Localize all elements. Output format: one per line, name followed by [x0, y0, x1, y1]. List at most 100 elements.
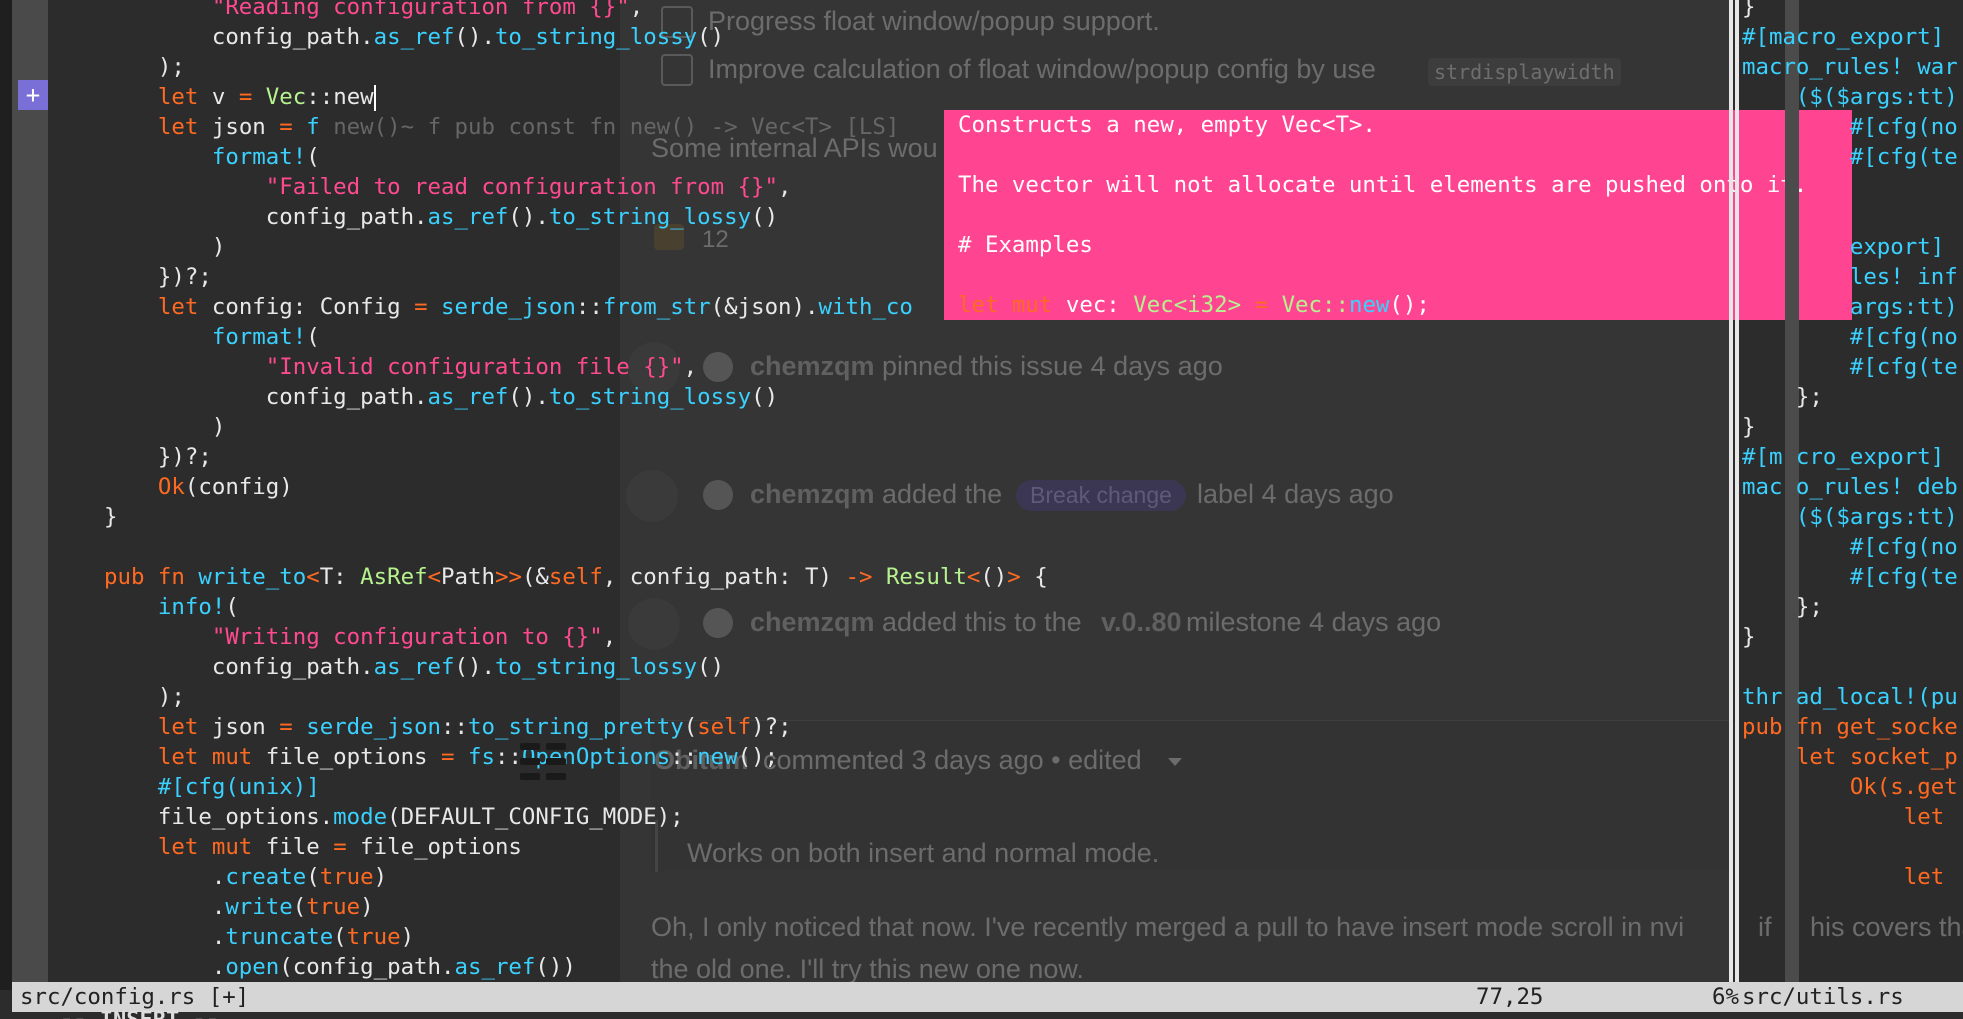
window-separator[interactable] [1729, 0, 1733, 990]
milestone-icon [628, 598, 680, 650]
code-line: .open(config_path.as_ref()) [104, 954, 576, 980]
task-item-2: Improve calculation of float window/popu… [708, 54, 1376, 84]
code-line: "Invalid configuration file {}", [265, 354, 698, 380]
right-code-line: mac o_rules! deb [1742, 474, 1958, 500]
right-code-line: #[m cro_export] [1742, 444, 1945, 470]
code-line: let json = f new()~ f pub const fn new()… [157, 114, 900, 140]
inline-code: strdisplaywidth [1428, 58, 1621, 86]
code-line: config_path.as_ref().to_string_lossy() [104, 204, 779, 230]
tag-icon [626, 470, 678, 522]
mode-indicator: -- INSERT -- [60, 1008, 219, 1019]
right-pane-filename: src/utils.rs [1742, 984, 1904, 1010]
reply-line-1b: if [1758, 912, 1772, 942]
right-code-line: let socket_p [1742, 744, 1958, 770]
right-code-line: let [1742, 804, 1945, 830]
chevron-down-icon[interactable] [1168, 758, 1182, 766]
documentation-popup: Constructs a new, empty Vec<T>. The vect… [944, 110, 1852, 320]
text-cursor [373, 84, 376, 111]
task-item-1: Progress float window/popup support. [708, 6, 1160, 36]
code-line: format!( [211, 324, 320, 350]
pin-user[interactable]: chemzqm [750, 351, 875, 382]
right-code-line: thr ad_local!(pu [1742, 684, 1958, 710]
code-line: ) [104, 414, 226, 440]
right-code-line: #[macro_export] [1742, 24, 1945, 50]
reply-line-1: Oh, I only noticed that now. I've recent… [651, 912, 1685, 942]
right-code-line: #[cfg(te [1742, 564, 1958, 590]
code-line: ); [104, 54, 185, 80]
reply-line-1c: his covers tha [1810, 912, 1963, 942]
right-code-line: let [1742, 864, 1945, 890]
code-line: config_path.as_ref().to_string_lossy() [104, 384, 779, 410]
right-code-line: #[cfg(no [1742, 324, 1958, 350]
code-line: let json = serde_json::to_string_pretty(… [157, 714, 792, 740]
code-line: "Writing configuration to {}", [211, 624, 617, 650]
code-line: file_options.mode(DEFAULT_CONFIG_MODE); [104, 804, 684, 830]
break-change-label[interactable]: Break change [1016, 480, 1186, 511]
label-post: label 4 days ago [1197, 479, 1394, 509]
quote-text: Works on both insert and normal mode. [687, 838, 1160, 868]
code-line: pub fn write_to<T: AsRef<Path>>(&self, c… [104, 564, 1048, 590]
window-edge [0, 0, 12, 990]
right-code-line: #[cfg(te [1742, 354, 1958, 380]
avatar[interactable] [703, 608, 733, 638]
pin-text: pinned this issue 4 days ago [882, 351, 1223, 381]
git-added-sign: + [18, 80, 48, 110]
cursor-position: 77,25 [1476, 984, 1544, 1010]
right-code-line: }; [1742, 594, 1823, 620]
label-pre: added the [882, 479, 1003, 509]
right-code-line: les! inf [1742, 264, 1958, 290]
code-line: let mut file_options = fs::OpenOptions::… [157, 744, 779, 770]
code-line: let config: Config = serde_json::from_st… [157, 294, 913, 320]
right-code-line: } [1742, 624, 1756, 650]
drag-handle-icon[interactable] [520, 738, 572, 784]
right-code-line: } [1742, 0, 1756, 20]
task-checkbox-2[interactable] [661, 54, 693, 86]
right-code-line: export] [1742, 234, 1945, 260]
code-line-current[interactable]: let v = Vec::new [104, 82, 376, 112]
code-line: info!( [157, 594, 239, 620]
code-line: #[cfg(unix)] [157, 774, 320, 800]
sign-column [12, 0, 48, 990]
doc-line-2: The vector will not allocate until eleme… [958, 172, 1808, 198]
comment-meta: commented 3 days ago • edited [763, 745, 1142, 775]
code-line: })?; [104, 444, 212, 470]
right-code-line: Ok(s.get [1742, 774, 1958, 800]
window-separator[interactable] [1735, 0, 1739, 990]
right-code-line: #[cfg(no [1742, 534, 1958, 560]
right-code-line: } [1742, 414, 1756, 440]
label-user[interactable]: chemzqm [750, 479, 875, 510]
code-line: })?; [104, 264, 212, 290]
milestone-pre: added this to the [882, 607, 1082, 637]
milestone-post: milestone 4 days ago [1186, 607, 1442, 637]
code-line: let mut file = file_options [157, 834, 522, 860]
scroll-percent: 6% [1712, 984, 1739, 1010]
code-line: .create(true) [104, 864, 388, 890]
reply-line-2: the old one. I'll try this new one now. [651, 954, 1084, 984]
code-line: "Failed to read configuration from {}", [265, 174, 792, 200]
doc-heading: # Examples [958, 232, 1093, 258]
completion-hint: new()~ f pub const fn new() -> Vec<T> [L… [333, 114, 900, 140]
code-line: "Reading configuration from {}", [211, 0, 644, 20]
code-line: } [104, 504, 118, 530]
right-code-line: #[cfg(no [1742, 114, 1958, 140]
status-bar: src/config.rs [+] 77,25 6% src/utils.rs [12, 982, 1963, 1012]
right-code-line: ($($args:tt) [1742, 504, 1958, 530]
code-line: config_path.as_ref().to_string_lossy() [104, 24, 725, 50]
code-line: Ok(config) [157, 474, 293, 500]
milestone-user[interactable]: chemzqm [750, 607, 875, 638]
right-code-line: }; [1742, 384, 1823, 410]
doc-example: let mut vec: Vec<i32> = Vec::new(); [958, 292, 1430, 318]
avatar[interactable] [703, 352, 733, 382]
right-code-line: pub fn get_socke [1742, 714, 1958, 740]
right-code-line: ($($args:tt) [1742, 84, 1958, 110]
code-line: ) [104, 234, 226, 260]
avatar[interactable] [703, 480, 733, 510]
milestone-name[interactable]: v.0..80 [1101, 607, 1182, 638]
right-code-line: #[cfg(te [1742, 144, 1958, 170]
right-code-line: args:tt) [1742, 294, 1958, 320]
right-code-line: macro_rules! war [1742, 54, 1958, 80]
code-line: .write(true) [104, 894, 374, 920]
code-line: ); [104, 684, 185, 710]
code-line: .truncate(true) [104, 924, 415, 950]
code-line: config_path.as_ref().to_string_lossy() [104, 654, 725, 680]
